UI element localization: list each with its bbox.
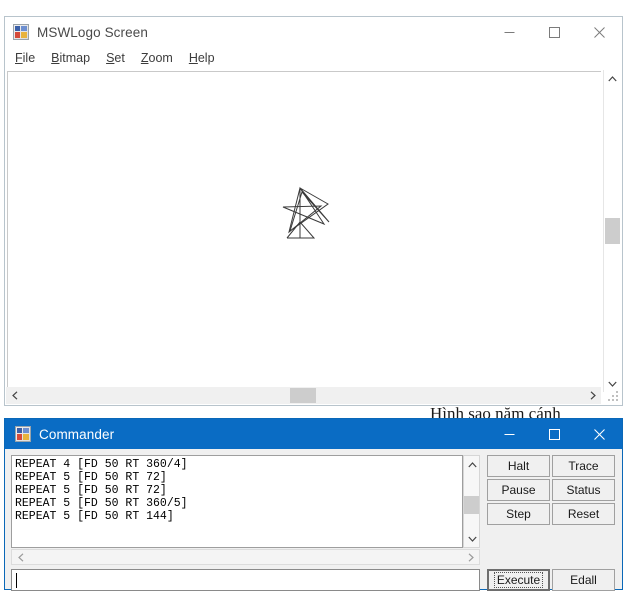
mswlogo-icon — [15, 426, 31, 442]
text-caret — [16, 573, 17, 588]
scroll-right-button[interactable] — [584, 387, 601, 404]
horizontal-scroll-thumb[interactable] — [290, 388, 316, 403]
execute-button-label: Execute — [493, 572, 544, 588]
command-input[interactable] — [11, 569, 480, 591]
chevron-down-icon — [608, 381, 617, 387]
step-button[interactable]: Step — [487, 503, 550, 525]
window-title: MSWLogo Screen — [37, 24, 148, 40]
chevron-left-icon — [11, 391, 17, 400]
chevron-up-icon — [608, 75, 617, 81]
maximize-button[interactable] — [532, 17, 577, 47]
menu-label-file: ile — [22, 51, 36, 65]
history-scroll-up-button[interactable] — [464, 456, 481, 473]
commander-close-button[interactable] — [577, 419, 622, 449]
reset-button[interactable]: Reset — [552, 503, 615, 525]
minimize-icon — [504, 31, 515, 33]
scroll-left-button[interactable] — [6, 387, 23, 404]
history-scroll-left-button[interactable] — [12, 550, 29, 564]
menu-accel-zoom: Z — [140, 51, 149, 65]
menu-bar: File Bitmap Set Zoom Help — [5, 47, 622, 69]
commander-body: REPEAT 4 [FD 50 RT 360/4] REPEAT 5 [FD 5… — [5, 449, 622, 591]
star-figure-icon — [282, 186, 330, 239]
mswlogo-screen-window: MSWLogo Screen File Bitmap Set Zoom Help — [4, 16, 623, 406]
command-history-list[interactable]: REPEAT 4 [FD 50 RT 360/4] REPEAT 5 [FD 5… — [11, 455, 463, 548]
commander-minimize-button[interactable] — [487, 419, 532, 449]
edall-button[interactable]: Edall — [552, 569, 615, 591]
canvas-vertical-scrollbar[interactable] — [603, 70, 621, 392]
history-scroll-down-button[interactable] — [464, 530, 481, 547]
resize-grip[interactable] — [608, 391, 620, 403]
maximize-icon — [549, 26, 560, 38]
execute-button[interactable]: Execute — [487, 569, 550, 591]
canvas-horizontal-scrollbar[interactable] — [6, 387, 601, 404]
chevron-left-icon — [17, 552, 23, 562]
menu-accel-file: F — [15, 51, 23, 65]
close-button[interactable] — [577, 17, 622, 47]
commander-titlebar[interactable]: Commander — [5, 419, 622, 449]
commander-maximize-button[interactable] — [532, 419, 577, 449]
turtle-graphics-canvas[interactable] — [7, 71, 601, 392]
mswlogo-icon — [13, 24, 29, 40]
canvas-wrapper — [5, 69, 622, 405]
pause-button[interactable]: Pause — [487, 479, 550, 501]
main-titlebar[interactable]: MSWLogo Screen — [5, 17, 622, 47]
chevron-up-icon — [468, 461, 477, 467]
menu-item-file[interactable]: File — [15, 51, 35, 65]
menu-label-zoom: oom — [148, 51, 173, 65]
menu-item-bitmap[interactable]: Bitmap — [51, 51, 90, 65]
chevron-down-icon — [468, 536, 477, 542]
menu-item-set[interactable]: Set — [106, 51, 125, 65]
chevron-right-icon — [590, 391, 596, 400]
menu-accel-bitmap: B — [51, 51, 60, 65]
scroll-down-button[interactable] — [604, 375, 621, 392]
minimize-icon — [504, 433, 515, 435]
commander-action-buttons: Execute Edall — [487, 569, 615, 591]
commander-window: Commander REPEAT 4 [FD 50 RT 360/4] REPE… — [4, 418, 623, 591]
trace-button[interactable]: Trace — [552, 455, 615, 477]
vertical-scroll-thumb[interactable] — [605, 218, 620, 244]
menu-accel-help: H — [188, 51, 198, 65]
minimize-button[interactable] — [487, 17, 532, 47]
menu-label-help: elp — [197, 51, 215, 65]
menu-item-help[interactable]: Help — [189, 51, 215, 65]
commander-title: Commander — [39, 426, 115, 442]
command-history-text: REPEAT 4 [FD 50 RT 360/4] REPEAT 5 [FD 5… — [15, 458, 188, 523]
turtle-drawing — [276, 184, 346, 259]
main-window-controls — [487, 17, 622, 47]
menu-label-set: et — [114, 51, 125, 65]
maximize-icon — [549, 428, 560, 440]
history-vertical-scrollbar[interactable] — [463, 455, 480, 548]
history-horizontal-scrollbar[interactable] — [11, 549, 480, 565]
history-scroll-right-button[interactable] — [462, 550, 479, 564]
close-icon — [594, 428, 605, 440]
history-scroll-thumb[interactable] — [464, 496, 479, 514]
commander-control-buttons: Halt Trace Pause Status Step Reset — [487, 455, 615, 525]
halt-button[interactable]: Halt — [487, 455, 550, 477]
status-button[interactable]: Status — [552, 479, 615, 501]
menu-item-zoom[interactable]: Zoom — [141, 51, 173, 65]
scroll-up-button[interactable] — [604, 70, 621, 87]
chevron-right-icon — [468, 552, 474, 562]
commander-window-controls — [487, 419, 622, 449]
menu-label-bitmap: itmap — [59, 51, 91, 65]
close-icon — [594, 26, 605, 38]
screenshot-root: Hình sao năm cánh MSWLogo Screen File Bi… — [0, 0, 627, 595]
